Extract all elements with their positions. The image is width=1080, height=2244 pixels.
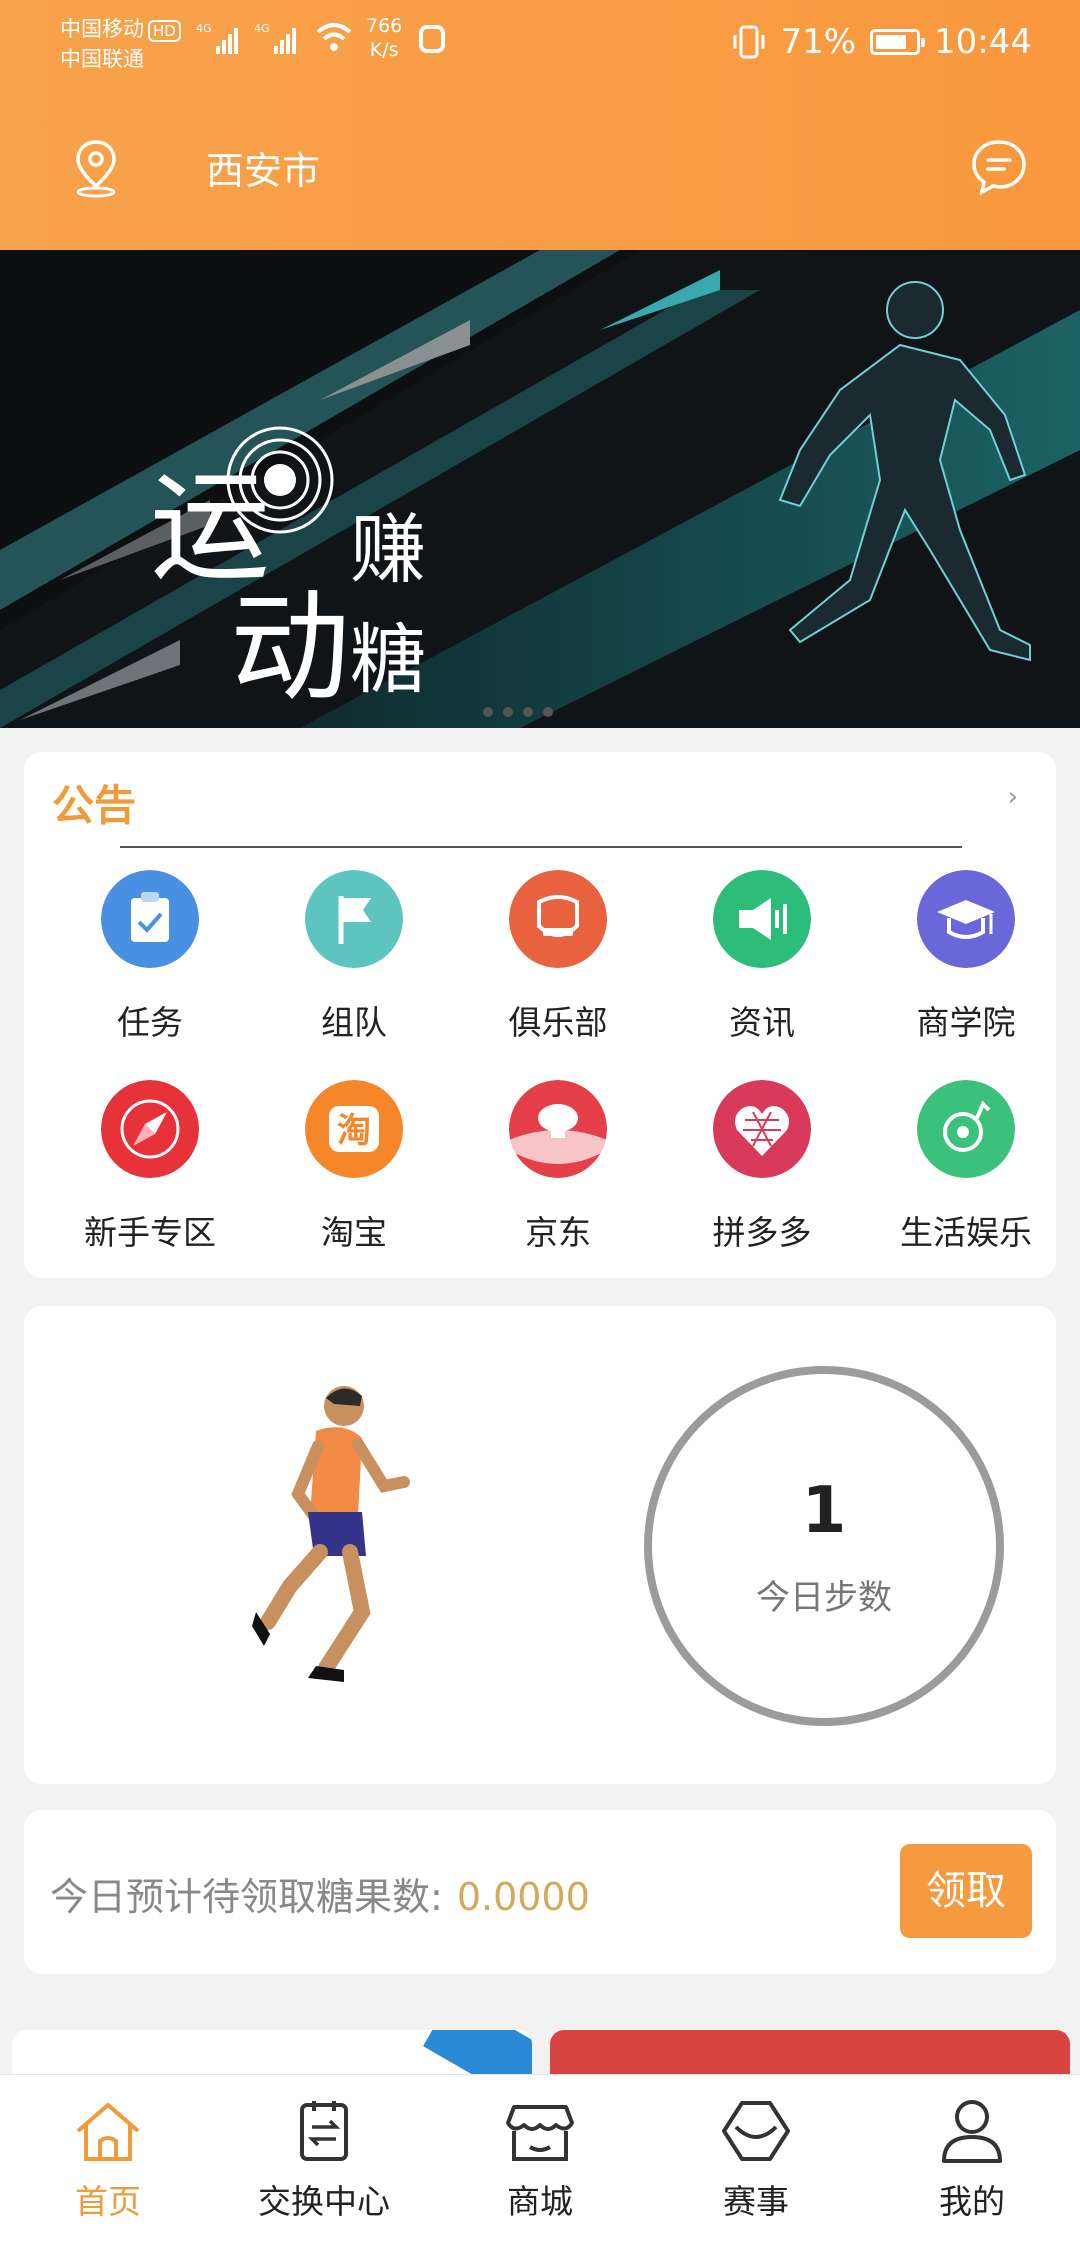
event-icon bbox=[722, 2101, 790, 2161]
status-bar: 中国移动 HD 中国联通 4G 4G 766 K/s 71% 10:44 bbox=[0, 0, 1080, 80]
grid-item-club[interactable]: 俱乐部 bbox=[458, 870, 658, 1044]
message-bubble-icon[interactable] bbox=[968, 136, 1030, 198]
carrier-2: 中国联通 bbox=[60, 47, 144, 71]
banner-text-earn: 赚糖果 bbox=[350, 505, 432, 728]
exchange-icon bbox=[300, 2101, 348, 2161]
signal-icon: 4G bbox=[196, 22, 238, 54]
candy-value: 0.0000 bbox=[456, 1875, 590, 1919]
grid-label: 组队 bbox=[321, 1003, 387, 1042]
step-count: 1 bbox=[801, 1474, 847, 1548]
svg-text:4G: 4G bbox=[196, 22, 212, 35]
bottom-tab-bar: 首页 交换中心 商城 赛事 我的 bbox=[0, 2074, 1080, 2244]
pinduoduo-icon bbox=[713, 1080, 811, 1178]
speed-value: 766 bbox=[366, 15, 403, 37]
tab-profile[interactable]: 我的 bbox=[882, 2097, 1062, 2223]
grid-item-academy[interactable]: 商学院 bbox=[866, 870, 1066, 1044]
signal-icon-2: 4G bbox=[254, 22, 296, 54]
tab-label: 商城 bbox=[507, 2182, 573, 2221]
grid-label: 商学院 bbox=[916, 1003, 1016, 1042]
svg-text:淘: 淘 bbox=[337, 1111, 371, 1151]
steps-card: 1 今日步数 bbox=[24, 1306, 1056, 1784]
chevron-right-icon[interactable]: › bbox=[1008, 782, 1018, 812]
carrier-info: 中国移动 HD 中国联通 bbox=[60, 14, 181, 74]
club-badge-icon bbox=[509, 870, 607, 968]
battery-percent: 71% bbox=[780, 22, 857, 62]
runner-illustration bbox=[252, 1386, 410, 1682]
clock: 10:44 bbox=[934, 22, 1032, 62]
notice-title[interactable]: 公告 bbox=[52, 772, 136, 833]
clipboard-check-icon bbox=[101, 870, 199, 968]
grid-item-team[interactable]: 组队 bbox=[254, 870, 454, 1044]
grid-label: 任务 bbox=[117, 1003, 183, 1042]
compass-icon bbox=[101, 1080, 199, 1178]
grid-item-jd[interactable]: 京东 bbox=[458, 1080, 658, 1254]
home-icon bbox=[76, 2103, 140, 2161]
candy-info: 今日预计待领取糖果数: 0.0000 bbox=[50, 1866, 590, 1921]
tab-label: 交换中心 bbox=[258, 2182, 390, 2221]
promo-banner[interactable]: 运 动 赚糖果 bbox=[0, 250, 1080, 728]
tab-store[interactable]: 商城 bbox=[450, 2097, 630, 2223]
status-right: 71% 10:44 bbox=[732, 22, 1032, 62]
step-counter-ring: 1 今日步数 bbox=[644, 1366, 1004, 1726]
megaphone-icon bbox=[713, 870, 811, 968]
grid-label: 生活娱乐 bbox=[900, 1213, 1032, 1252]
hd-badge: HD bbox=[148, 20, 181, 42]
carrier-1: 中国移动 bbox=[60, 17, 144, 41]
grid-item-news[interactable]: 资讯 bbox=[662, 870, 862, 1044]
tab-exchange[interactable]: 交换中心 bbox=[234, 2097, 414, 2223]
flag-icon bbox=[305, 870, 403, 968]
tab-label: 首页 bbox=[75, 2182, 141, 2221]
network-speed: 766 K/s bbox=[366, 14, 402, 62]
grid-label: 新手专区 bbox=[84, 1213, 216, 1252]
grid-item-life[interactable]: 生活娱乐 bbox=[866, 1080, 1066, 1254]
grid-item-task[interactable]: 任务 bbox=[50, 870, 250, 1044]
grid-item-taobao[interactable]: 淘 淘宝 bbox=[254, 1080, 454, 1254]
tab-events[interactable]: 赛事 bbox=[666, 2097, 846, 2223]
grid-item-pinduoduo[interactable]: 拼多多 bbox=[662, 1080, 862, 1254]
city-selector[interactable]: 西安市 bbox=[206, 140, 320, 195]
music-disc-icon bbox=[917, 1080, 1015, 1178]
tab-home[interactable]: 首页 bbox=[18, 2097, 198, 2223]
profile-icon bbox=[942, 2100, 1002, 2163]
banner-text-dong: 动 bbox=[230, 579, 350, 718]
app-header: 中国移动 HD 中国联通 4G 4G 766 K/s 71% 10:44 西安市 bbox=[0, 0, 1080, 250]
app-notification-icon bbox=[419, 25, 445, 53]
candy-label: 今日预计待领取糖果数: bbox=[50, 1875, 443, 1919]
grid-label: 京东 bbox=[525, 1213, 591, 1252]
vibrate-icon bbox=[733, 25, 765, 59]
speed-unit: K/s bbox=[369, 39, 399, 61]
taobao-icon: 淘 bbox=[305, 1080, 403, 1178]
location-pin-icon[interactable] bbox=[72, 138, 120, 198]
claim-button[interactable]: 领取 bbox=[900, 1844, 1032, 1938]
notice-divider bbox=[120, 846, 962, 848]
tab-label: 我的 bbox=[939, 2182, 1005, 2221]
tab-label: 赛事 bbox=[723, 2182, 789, 2221]
grid-label: 资讯 bbox=[729, 1003, 795, 1042]
store-icon bbox=[506, 2105, 574, 2161]
notice-card: 公告 › 任务 组队 俱乐部 资讯 商学院 新手专区 淘 淘宝 京东 拼多多 生… bbox=[24, 752, 1056, 1278]
graduation-cap-icon bbox=[917, 870, 1015, 968]
step-label: 今日步数 bbox=[756, 1578, 892, 1618]
grid-label: 淘宝 bbox=[321, 1213, 387, 1252]
grid-item-newbie[interactable]: 新手专区 bbox=[50, 1080, 250, 1254]
grid-label: 俱乐部 bbox=[508, 1003, 608, 1042]
battery-icon bbox=[870, 29, 926, 55]
grid-label: 拼多多 bbox=[712, 1213, 812, 1252]
jd-icon bbox=[509, 1080, 607, 1178]
wifi-icon bbox=[316, 23, 352, 51]
candy-card: 今日预计待领取糖果数: 0.0000 领取 bbox=[24, 1810, 1056, 1974]
svg-text:4G: 4G bbox=[254, 22, 270, 35]
